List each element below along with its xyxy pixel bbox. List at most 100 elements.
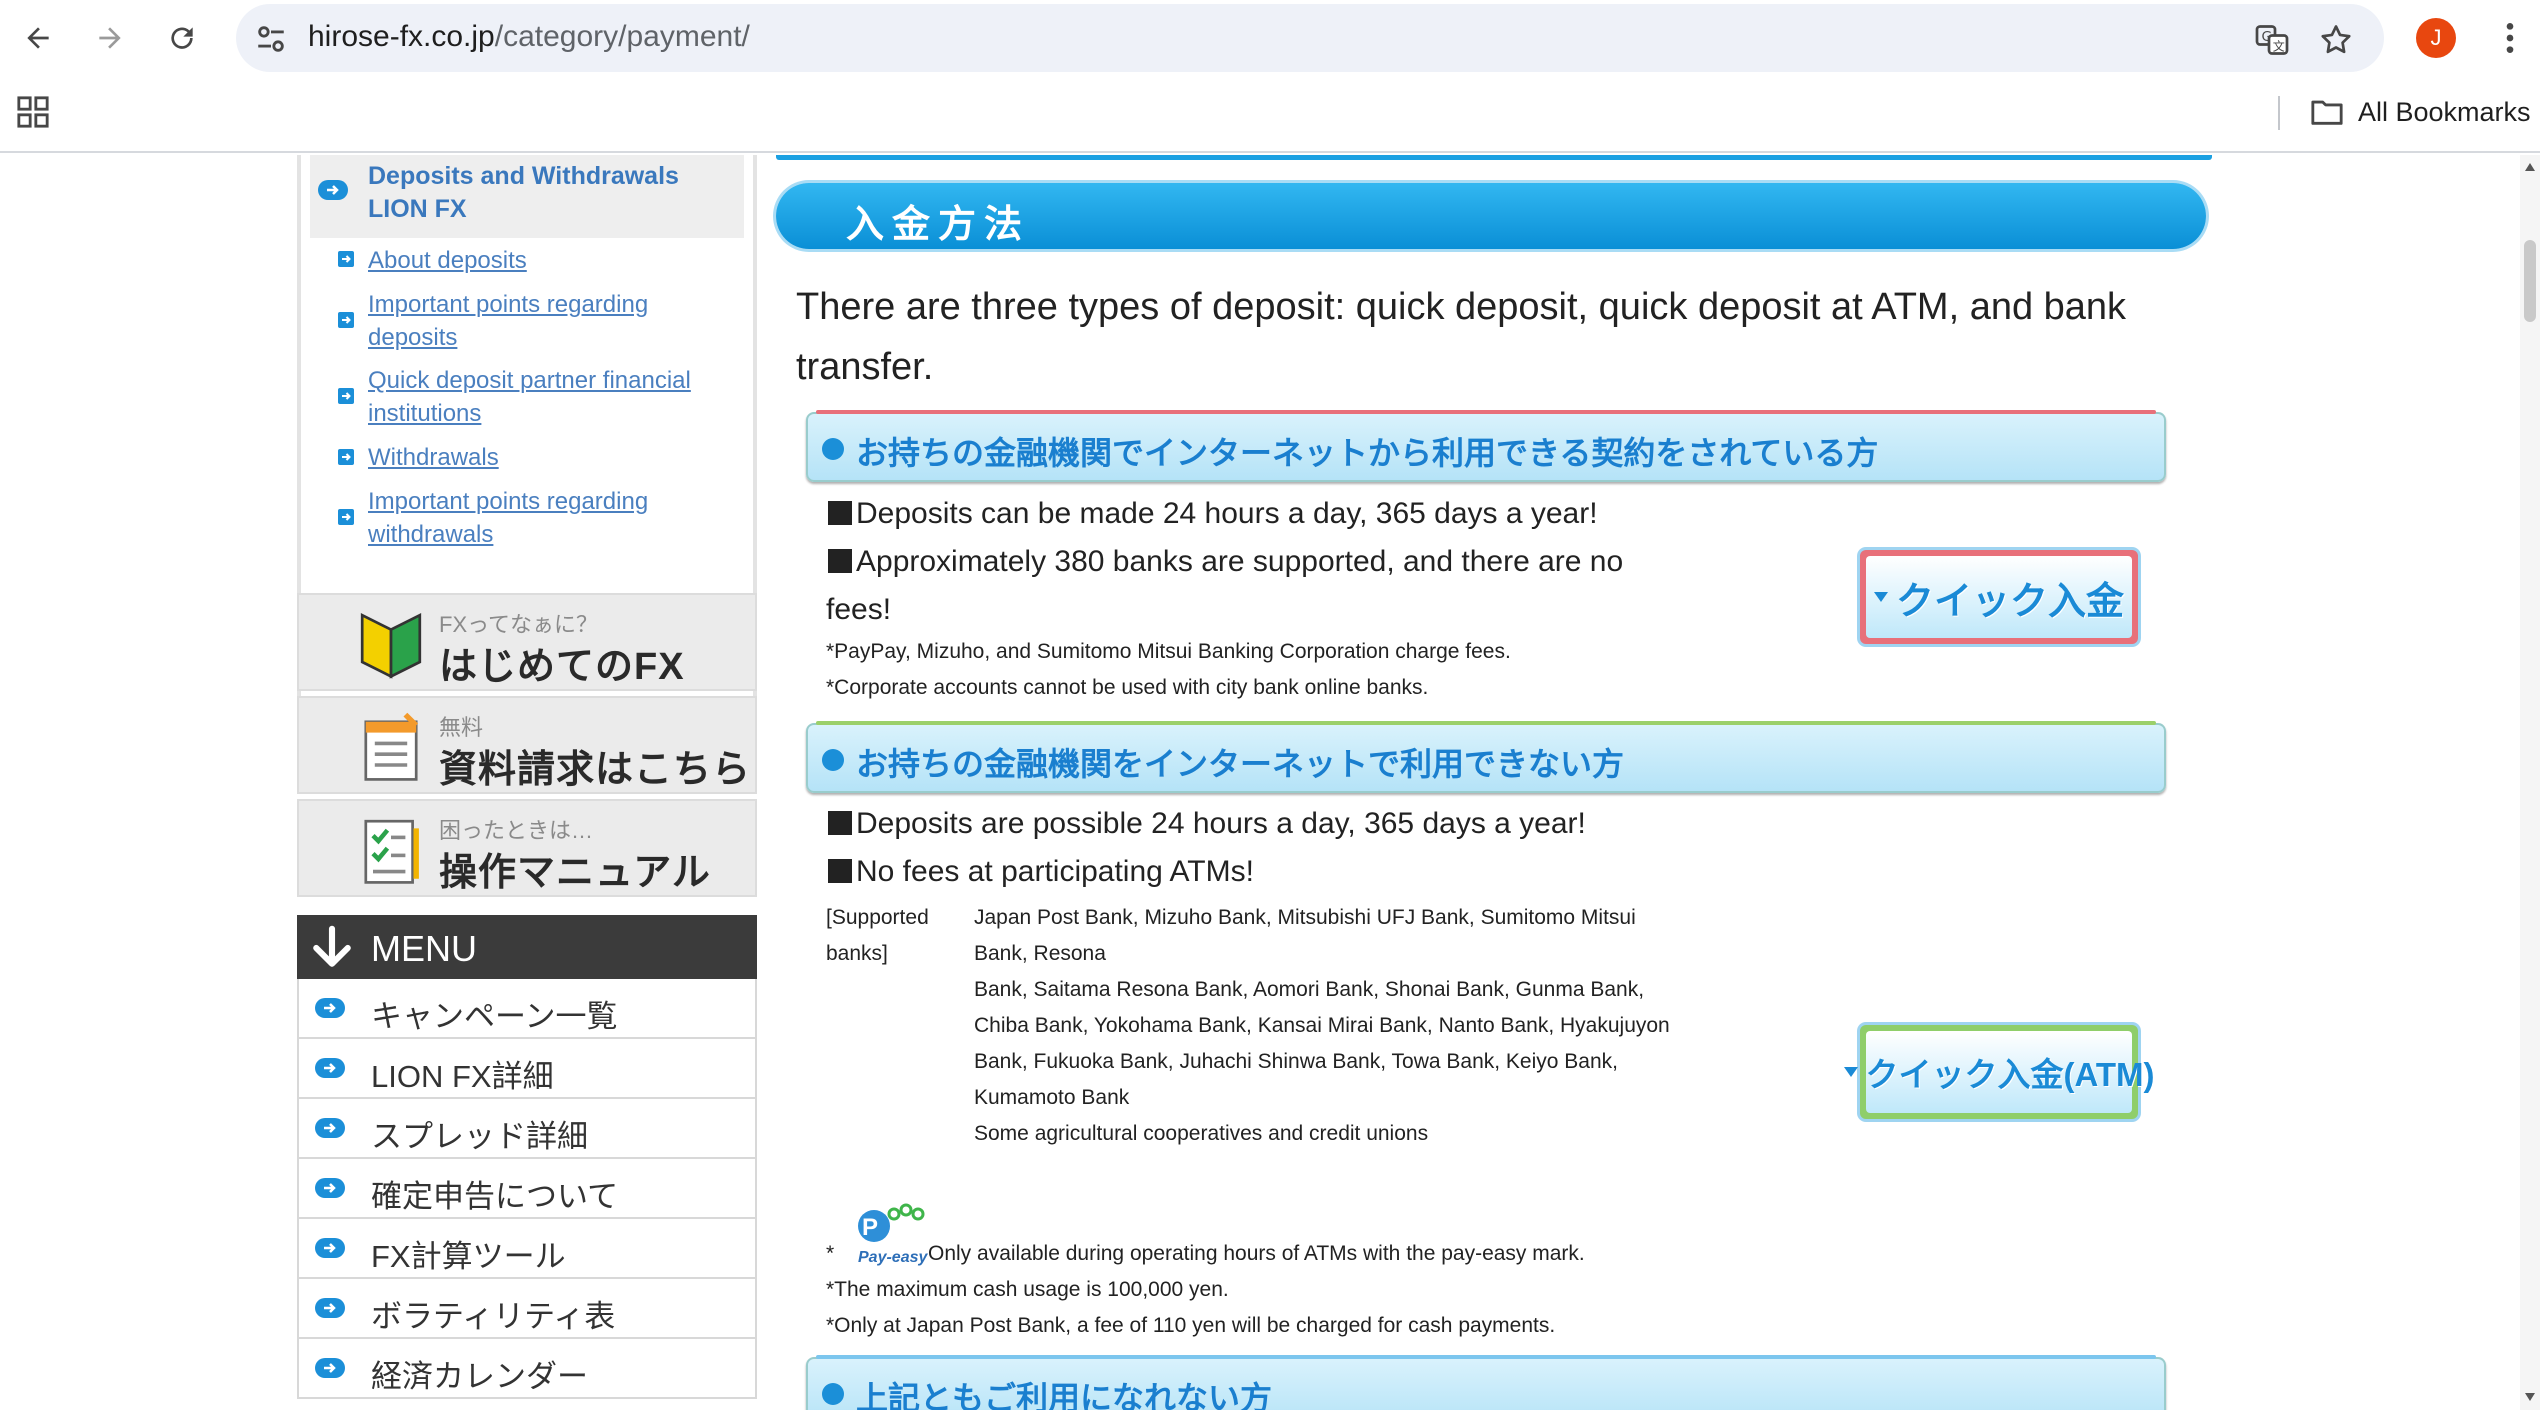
section1-accent-line (816, 410, 2156, 414)
banner-operation-manual[interactable]: 困ったときは… 操作マニュアル (297, 799, 757, 897)
square-bullet-icon (828, 811, 852, 835)
menu-item-lionfx-details[interactable]: LION FX詳細 (297, 1039, 757, 1099)
section2-line1-text: Deposits are possible 24 hours a day, 36… (856, 807, 1586, 840)
section2-heading: お持ちの金融機関をインターネットで利用できない方 (856, 746, 1625, 782)
section1-heading-bar: お持ちの金融機関でインターネットから利用できる契約をされている方 (806, 410, 2166, 482)
bank-line: Some agricultural cooperatives and credi… (974, 1122, 1429, 1145)
section3-heading-bar: 上記ともご利用になれない方 (806, 1355, 2166, 1410)
profile-avatar[interactable]: J (2416, 18, 2456, 58)
page-title-bar: 入金方法 (776, 183, 2206, 249)
scrollbar-thumb[interactable] (2524, 240, 2536, 322)
section1-line2-cont: fees! (826, 593, 892, 626)
manual-checklist-icon (364, 819, 419, 884)
arrow-right-icon (338, 312, 354, 328)
bank-line: Bank, Saitama Resona Bank, Aomori Bank, … (974, 978, 1670, 1037)
apps-grid-icon[interactable] (16, 95, 50, 129)
intro-text: There are three types of deposit: quick … (796, 286, 2127, 388)
supported-banks-list: Japan Post Bank, Mizuho Bank, Mitsubishi… (974, 900, 1694, 1152)
sidebar-link-partner-institutions[interactable]: Quick deposit partner financial institut… (368, 364, 728, 430)
section2-payeasy-prefix: * (826, 1242, 835, 1265)
translate-icon[interactable]: G 文 (2254, 22, 2290, 58)
banner-beginner-fx[interactable]: FXってなぁに？ はじめてのFX (297, 593, 757, 691)
back-arrow-icon (27, 27, 49, 49)
arrow-right-icon (338, 509, 354, 525)
down-arrow-icon (313, 925, 351, 967)
section-top-rule (776, 155, 2212, 160)
menu-item-label: 経済カレンダー (371, 1359, 588, 1394)
menu-title: MENU (371, 928, 477, 969)
bookmarks-separator (2278, 96, 2280, 130)
menu-item-label: FX計算ツール (371, 1239, 566, 1274)
url-path: /category/payment/ (494, 20, 750, 53)
sidebar-heading[interactable]: Deposits and Withdrawals LION FX (368, 160, 738, 226)
reload-button[interactable] (158, 14, 206, 62)
address-bar[interactable]: hirose-fx.co.jp/category/payment/ G 文 (236, 4, 2384, 72)
bank-line: Japan Post Bank, Mizuho Bank, Mitsubishi… (974, 906, 1636, 965)
section1-line2-text: Approximately 380 banks are supported, a… (856, 545, 1624, 578)
back-button[interactable] (14, 14, 62, 62)
arrow-right-icon (338, 388, 354, 404)
menu-item-fx-calculator[interactable]: FX計算ツール (297, 1219, 757, 1279)
bullet-dot-icon (822, 1383, 844, 1405)
banner-title: はじめてのFX (439, 646, 685, 688)
pay-easy-logo: P Pay-easy (858, 1203, 928, 1266)
menu-item-label: LION FX詳細 (371, 1059, 554, 1094)
sidebar-link-withdrawals[interactable]: Withdrawals (368, 441, 728, 474)
menu-item-label: ボラティリティ表 (371, 1299, 616, 1334)
bookmark-star-icon[interactable] (2318, 22, 2354, 58)
page-scrollbar[interactable] (2520, 155, 2540, 1410)
all-bookmarks-button[interactable]: All Bookmarks (2358, 97, 2531, 128)
arrow-right-icon (315, 1298, 345, 1318)
svg-text:Pay-easy: Pay-easy (858, 1249, 928, 1266)
scroll-up-icon[interactable] (2524, 162, 2536, 172)
section2-line2: No fees at participating ATMs! (828, 855, 1254, 889)
arrow-right-icon (315, 1238, 345, 1258)
forward-button[interactable] (86, 14, 134, 62)
arrow-right-icon (318, 180, 348, 200)
menu-item-spread-details[interactable]: スプレッド詳細 (297, 1099, 757, 1159)
menu-item-campaigns[interactable]: キャンペーン一覧 (297, 979, 757, 1039)
document-request-icon (364, 712, 419, 781)
section2-note3: *Only at Japan Post Bank, a fee of 110 y… (826, 1314, 1556, 1337)
supported-banks-label: [Supported banks] (826, 906, 929, 965)
square-bullet-icon (828, 859, 852, 883)
site-settings-icon[interactable] (254, 22, 288, 56)
arrow-right-icon (338, 449, 354, 465)
section3-accent-line (816, 1355, 2156, 1359)
menu-item-label: 確定申告について (371, 1179, 619, 1214)
page-viewport: Deposits and Withdrawals LION FX About d… (0, 155, 2520, 1410)
menu-item-volatility[interactable]: ボラティリティ表 (297, 1279, 757, 1339)
folder-icon[interactable] (2310, 97, 2344, 127)
menu-item-tax-return[interactable]: 確定申告について (297, 1159, 757, 1219)
quick-deposit-atm-label: クイック入金(ATM) (1865, 1056, 2155, 1093)
banner-title: 操作マニュアル (439, 852, 711, 894)
url-host: hirose-fx.co.jp (308, 20, 495, 53)
caret-down-icon (1843, 1067, 1858, 1077)
bank-line: Bank, Fukuoka Bank, Juhachi Shinwa Bank,… (974, 1050, 1618, 1109)
reload-icon (171, 27, 193, 49)
section2-accent-line (816, 721, 2156, 725)
banner-document-request[interactable]: 無料 資料請求はこちら (297, 696, 757, 794)
caret-down-icon (1873, 592, 1888, 602)
section1-note2: *Corporate accounts cannot be used with … (826, 676, 1429, 699)
bullet-dot-icon (822, 438, 844, 460)
section2-note1: Only available during operating hours of… (928, 1242, 1585, 1265)
quick-deposit-atm-button[interactable]: クイック入金(ATM) (1843, 1025, 2155, 1119)
svg-text:P: P (862, 1214, 878, 1241)
section1-line1: Deposits can be made 24 hours a day, 365… (828, 497, 1598, 531)
sidebar-link-about-deposits[interactable]: About deposits (368, 244, 728, 277)
more-menu-icon[interactable] (2494, 18, 2526, 58)
menu-item-label: キャンペーン一覧 (371, 999, 618, 1034)
section1-note1: *PayPay, Mizuho, and Sumitomo Mitsui Ban… (826, 640, 1511, 663)
forward-arrow-icon (99, 27, 121, 49)
browser-toolbar: hirose-fx.co.jp/category/payment/ G 文 J … (0, 0, 2540, 153)
sidebar-link-withdrawal-points[interactable]: Important points regarding withdrawals (368, 485, 728, 551)
quick-deposit-button[interactable]: クイック入金 (1860, 550, 2138, 644)
page-title: 入金方法 (846, 204, 1031, 246)
sidebar-link-deposit-points[interactable]: Important points regarding deposits (368, 288, 728, 354)
avatar-letter: J (2430, 25, 2442, 50)
scroll-down-icon[interactable] (2524, 1392, 2536, 1402)
url-text[interactable]: hirose-fx.co.jp/category/payment/ (308, 20, 750, 54)
arrow-right-icon (315, 1178, 345, 1198)
menu-item-economic-calendar[interactable]: 経済カレンダー (297, 1339, 757, 1399)
